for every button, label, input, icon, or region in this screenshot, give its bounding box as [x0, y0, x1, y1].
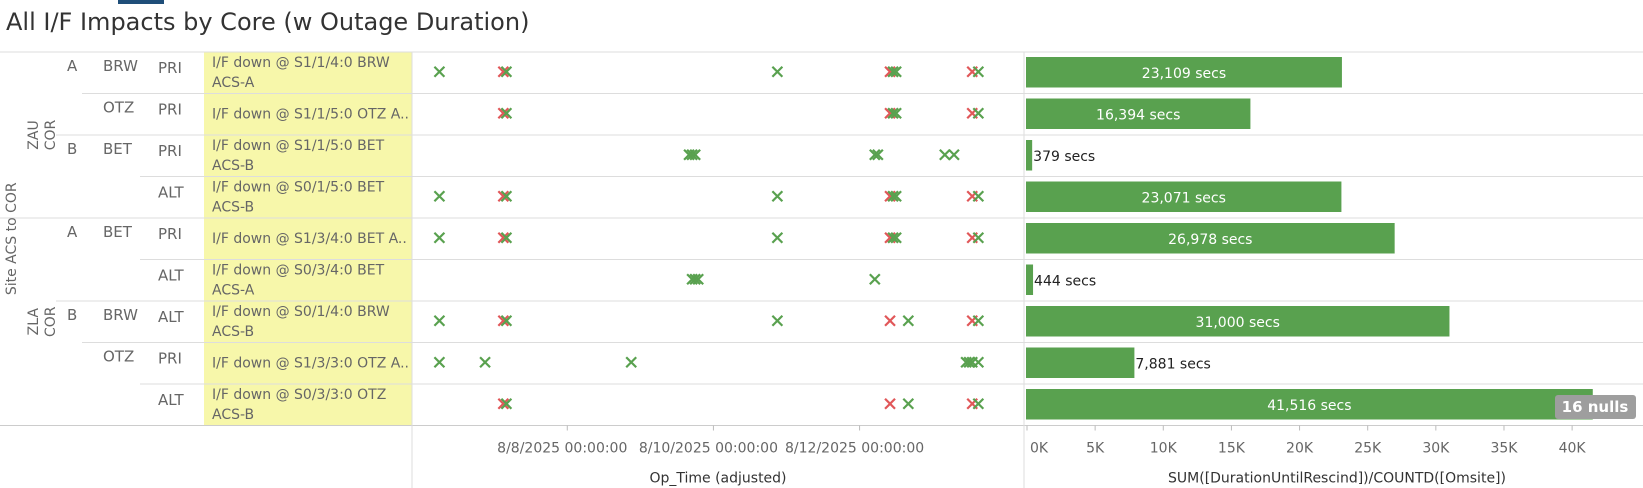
scatter-axis-title: Op_Time (adjusted) — [649, 471, 786, 487]
path-label: PRI — [158, 59, 182, 77]
interface-label: I/F down @ S0/3/4:0 BET — [212, 263, 385, 279]
interface-label: ACS-B — [212, 324, 254, 340]
event-mark-green — [771, 231, 784, 244]
path-label: PRI — [158, 350, 182, 368]
event-mark-green — [771, 65, 784, 78]
event-mark-green — [433, 356, 446, 369]
bar-tick-label: 20K — [1286, 441, 1314, 457]
path-label: PRI — [158, 225, 182, 243]
site-label: BRW — [103, 57, 138, 75]
bar-axis-title: SUM([DurationUntilRescind])/COUNTD([Omsi… — [1168, 471, 1506, 487]
scatter-tick-label: 8/12/2025 00:00:00 — [785, 441, 924, 457]
interface-label: I/F down @ S1/1/5:0 OTZ A.. — [212, 107, 409, 123]
path-label: ALT — [158, 184, 185, 202]
dimension-label: Site ACS to COR — [4, 182, 20, 295]
event-mark-green — [433, 190, 446, 203]
bar-value-label: 23,071 secs — [1142, 191, 1226, 207]
event-mark-green — [771, 190, 784, 203]
bar-tick-label: 25K — [1354, 441, 1382, 457]
site-label: OTZ — [103, 348, 134, 366]
bar-tick-label: 30K — [1422, 441, 1450, 457]
path-label: ALT — [158, 267, 185, 285]
interface-label: I/F down @ S1/3/3:0 OTZ A.. — [212, 356, 409, 372]
event-mark-green — [625, 356, 638, 369]
nulls-badge: 16 nulls — [1562, 398, 1629, 416]
bar-value-label: 31,000 secs — [1196, 315, 1280, 331]
duration-bar — [1026, 347, 1135, 378]
event-mark-green — [972, 397, 985, 410]
core-group-label-line: COR — [43, 119, 59, 150]
core-group-label: ZAUCOR — [26, 119, 59, 150]
event-mark-green — [433, 231, 446, 244]
interface-label: ACS-B — [212, 407, 254, 423]
site-label: BET — [103, 140, 133, 158]
bar-tick-label: 5K — [1086, 441, 1105, 457]
interface-label: I/F down @ S0/1/5:0 BET — [212, 180, 385, 196]
acs-label: A — [67, 223, 78, 241]
path-label: PRI — [158, 101, 182, 119]
event-mark-green — [948, 148, 960, 161]
event-mark-green — [479, 356, 491, 369]
site-label: BET — [103, 223, 133, 241]
bar-tick-label: 15K — [1218, 441, 1246, 457]
core-group-label-line: ZAU — [26, 120, 42, 149]
bar-value-label: 444 secs — [1034, 274, 1096, 290]
core-group-label-line: ZLA — [26, 308, 42, 336]
event-mark-green — [902, 397, 915, 410]
path-label: PRI — [158, 142, 182, 160]
event-mark-green — [771, 314, 784, 327]
event-mark-red — [884, 314, 896, 327]
event-mark-green — [869, 273, 881, 286]
bar-value-label: 41,516 secs — [1267, 398, 1351, 414]
bar-value-label: 379 secs — [1033, 149, 1095, 165]
interface-label: I/F down @ S1/3/4:0 BET A.. — [212, 231, 407, 247]
event-mark-green — [972, 65, 985, 78]
event-mark-red — [884, 397, 896, 410]
interface-label: I/F down @ S1/1/5:0 BET — [212, 138, 385, 154]
event-mark-green — [972, 314, 985, 327]
bar-tick-label: 35K — [1490, 441, 1518, 457]
event-mark-green — [972, 356, 985, 369]
bar-tick-label: 40K — [1559, 441, 1587, 457]
interface-label: ACS-B — [212, 200, 254, 216]
interface-label: I/F down @ S1/1/4:0 BRW — [212, 55, 390, 71]
bar-value-label: 16,394 secs — [1096, 108, 1180, 124]
interface-label: ACS-B — [212, 158, 254, 174]
event-mark-green — [902, 314, 915, 327]
path-label: ALT — [158, 308, 185, 326]
acs-label: A — [67, 57, 78, 75]
interface-label: ACS-A — [212, 75, 255, 91]
bar-value-label: 7,881 secs — [1135, 357, 1210, 373]
site-label: BRW — [103, 306, 138, 324]
bar-tick-label: 10K — [1150, 441, 1178, 457]
duration-bar — [1026, 140, 1033, 171]
bar-value-label: 23,109 secs — [1142, 66, 1226, 82]
interface-label: I/F down @ S0/3/3:0 OTZ — [212, 387, 386, 403]
event-mark-green — [433, 65, 446, 78]
interface-label: ACS-A — [212, 283, 255, 299]
acs-label: B — [67, 306, 77, 324]
event-mark-green — [433, 314, 446, 327]
site-label: OTZ — [103, 99, 134, 117]
path-label: ALT — [158, 391, 185, 409]
bar-value-label: 26,978 secs — [1168, 232, 1252, 248]
event-mark-green — [939, 148, 951, 161]
duration-bar — [1026, 264, 1034, 295]
bar-tick-label: 0K — [1030, 441, 1049, 457]
interface-label: I/F down @ S0/1/4:0 BRW — [212, 304, 390, 320]
core-group-label: ZLACOR — [26, 306, 59, 337]
event-mark-green — [972, 107, 985, 120]
chart-canvas: Site ACS to CORZAUCORZLACORA BRW PRI I/F do… — [0, 51, 1643, 488]
event-mark-green — [972, 231, 985, 244]
scatter-tick-label: 8/10/2025 00:00:00 — [639, 441, 778, 457]
acs-label: B — [67, 140, 77, 158]
scatter-tick-label: 8/8/2025 00:00:00 — [497, 441, 627, 457]
event-mark-green — [972, 190, 985, 203]
core-group-label-line: COR — [43, 306, 59, 337]
